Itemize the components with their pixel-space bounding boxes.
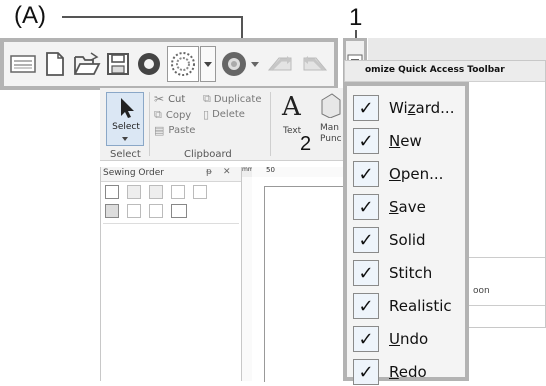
select-group-label: Select: [110, 149, 141, 160]
clipboard-group-label: Clipboard: [184, 149, 232, 160]
menu-item[interactable]: ✓ Realistic: [353, 292, 463, 320]
delete-icon: ▯: [203, 108, 210, 121]
paste-label: Paste: [168, 125, 196, 136]
duplicate-label: Duplicate: [213, 93, 262, 105]
manual-punch-label-2: Punc: [320, 134, 342, 144]
menu-item[interactable]: ✓ New: [353, 127, 463, 155]
menu-item-label: Save: [389, 198, 426, 216]
text-icon: A: [282, 92, 301, 122]
quick-access-toolbar: [0, 38, 338, 90]
canvas-frame: [264, 186, 349, 382]
lock-icon[interactable]: [171, 185, 185, 199]
open-icon[interactable]: [73, 50, 101, 78]
cursor-icon[interactable]: [195, 204, 209, 218]
menu-item[interactable]: ✓ Solid: [353, 226, 463, 254]
qat-command-list: ✓ Wizard... ✓ New ✓ Open... ✓ Save ✓ Solid ✓ Stitch…: [343, 82, 469, 385]
copy-label: Copy: [165, 109, 192, 121]
checkmark-icon: ✓: [353, 227, 379, 253]
pin-icon[interactable]: ᵽ: [206, 167, 212, 177]
stitch-icon[interactable]: [167, 46, 199, 82]
text-label: Text: [283, 126, 302, 136]
paste-icon: ▤: [154, 124, 165, 137]
menu-separator: [465, 305, 545, 306]
menu-item[interactable]: ✓ Undo: [353, 325, 463, 353]
ribbon-icon[interactable]: [10, 50, 36, 78]
fit-icon[interactable]: [105, 185, 119, 199]
select-button[interactable]: Select: [106, 92, 144, 146]
menu-item-label: Undo: [389, 330, 429, 348]
checkmark-icon: ✓: [353, 293, 379, 319]
menu-item[interactable]: ✓ Wizard...: [353, 94, 463, 122]
callout-1-line: [355, 30, 357, 38]
sewing-order-header: Sewing Order ᵽ ✕: [101, 167, 241, 182]
menu-item[interactable]: ✓ Redo: [353, 358, 463, 386]
split-icon[interactable]: [171, 204, 187, 218]
menu-item-label: Solid: [389, 231, 426, 249]
checkmark-icon: ✓: [353, 260, 379, 286]
copy-button[interactable]: ⧉ Copy: [154, 108, 191, 122]
cut-label: Cut: [168, 93, 186, 105]
group-divider: [270, 92, 271, 156]
checkmark-icon: ✓: [353, 128, 379, 154]
menu-item[interactable]: ✓ Open...: [353, 160, 463, 188]
order2-icon[interactable]: [149, 185, 163, 199]
title-bar: [368, 38, 546, 61]
sewing-toolbar-row-2: [105, 204, 209, 218]
menu-separator: [465, 257, 545, 258]
callout-a: (A): [14, 2, 46, 29]
move2-icon[interactable]: [149, 204, 163, 218]
callout-2: 2: [300, 133, 312, 155]
sewing-order-title: Sewing Order: [103, 168, 164, 178]
callout-1: 1: [349, 4, 363, 31]
checkmark-icon: ✓: [353, 95, 379, 121]
dropdown-icon[interactable]: [249, 50, 261, 78]
menu-item-label: Wizard...: [389, 99, 455, 117]
menu-item-label: New: [389, 132, 422, 150]
scissors-icon: ✂: [154, 92, 165, 106]
paste-button[interactable]: ▤ Paste: [154, 124, 195, 137]
manual-punch-label-1: Man: [320, 123, 339, 133]
duplicate-icon: ⧉: [203, 92, 211, 105]
checkmark-icon: ✓: [353, 359, 379, 385]
select-label: Select: [112, 122, 140, 132]
save-icon[interactable]: [106, 50, 130, 78]
cut-button[interactable]: ✂ Cut: [154, 92, 185, 106]
new-icon[interactable]: [44, 50, 66, 78]
punch-icon: [321, 93, 341, 118]
menu-item-label: Stitch: [389, 264, 433, 282]
redo-icon[interactable]: [300, 50, 330, 78]
duplicate-button[interactable]: ⧉ Duplicate: [203, 92, 262, 106]
checkmark-icon: ✓: [353, 194, 379, 220]
callout-a-line: [62, 16, 242, 18]
undo-icon[interactable]: [265, 50, 295, 78]
checkmark-icon: ✓: [353, 326, 379, 352]
ruler-tick-label: 50: [266, 166, 275, 174]
frame-icon[interactable]: [193, 185, 207, 199]
delete-button[interactable]: ▯ Delete: [203, 108, 245, 121]
group-icon[interactable]: [105, 204, 119, 218]
menu-item-label: Realistic: [389, 297, 452, 315]
order-icon[interactable]: [127, 185, 141, 199]
menu-item-label: Open...: [389, 165, 444, 183]
sewing-list-area: [103, 223, 239, 382]
dropdown-icon[interactable]: [200, 46, 216, 82]
solid-icon[interactable]: [136, 50, 162, 78]
show-below-ribbon-fragment: oon: [473, 286, 490, 296]
copy-icon: ⧉: [154, 108, 162, 121]
menu-item[interactable]: ✓ Save: [353, 193, 463, 221]
menu-header-text: omize Quick Access Toolbar: [365, 65, 505, 75]
callout-a-line-down: [241, 16, 243, 38]
close-icon[interactable]: ✕: [223, 167, 231, 177]
menu-item-label: Redo: [389, 363, 427, 381]
ruler-corner: mm: [242, 166, 254, 177]
menu-header: omize Quick Access Toolbar: [345, 61, 545, 82]
sewing-toolbar-row-1: [105, 185, 207, 199]
sewing-order-panel: Sewing Order ᵽ ✕: [100, 167, 242, 382]
move-icon[interactable]: [127, 204, 141, 218]
checkmark-icon: ✓: [353, 161, 379, 187]
menu-item[interactable]: ✓ Stitch: [353, 259, 463, 287]
group-divider: [149, 92, 150, 156]
realistic-icon[interactable]: [220, 50, 248, 78]
delete-label: Delete: [212, 109, 245, 120]
